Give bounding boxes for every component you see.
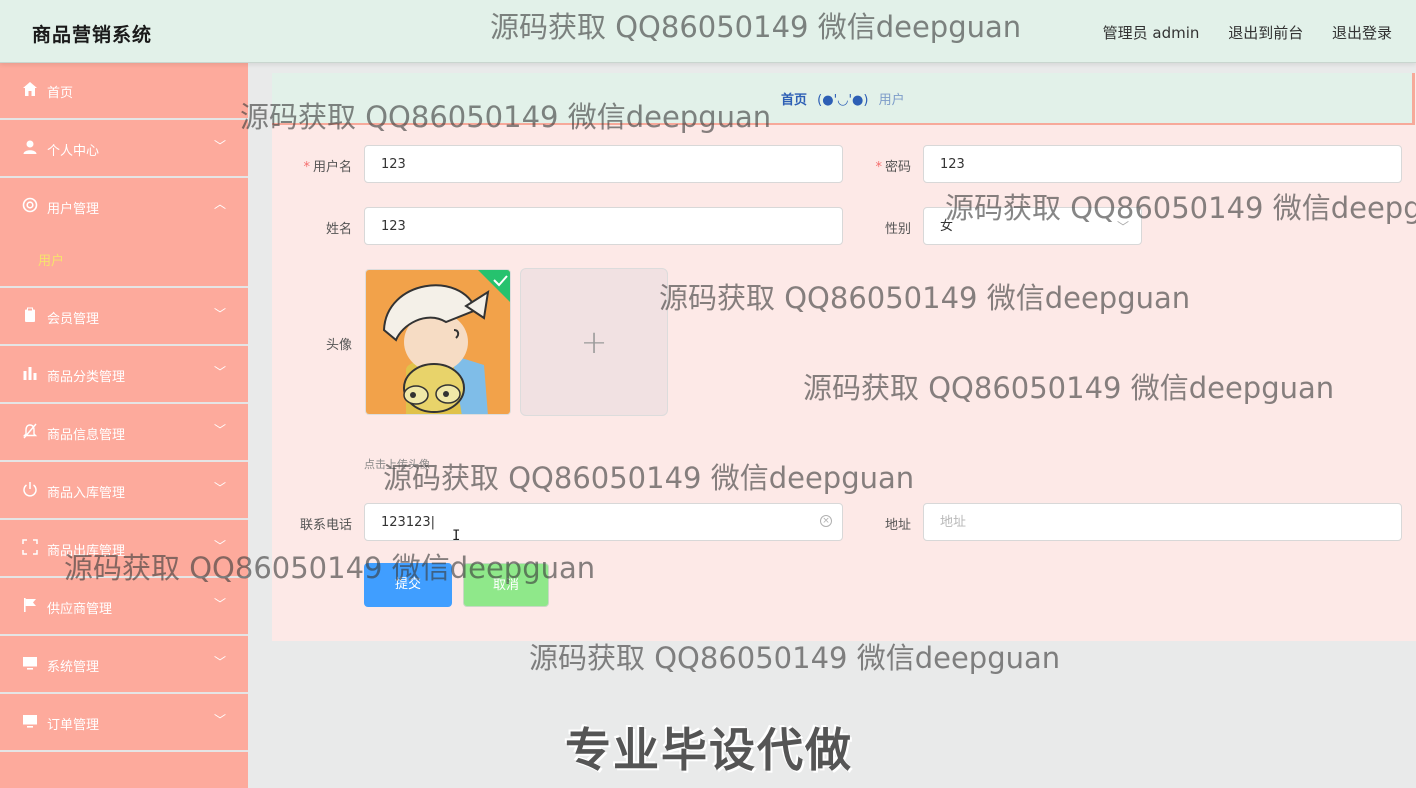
sidebar-item-label: 订单管理 [47,718,100,733]
sidebar-item-member[interactable]: 会员管理 ﹀ [0,288,248,346]
sidebar-item-label: 首页 [47,86,74,101]
plus-icon: + [580,323,608,361]
sidebar-item-supplier[interactable]: 供应商管理 ﹀ [0,578,248,636]
chevron-down-icon: ﹀ [213,713,226,727]
power-icon [23,482,37,497]
clear-icon[interactable]: × [820,515,832,527]
sidebar: 首页 个人中心 ﹀ 用户管理 ︿ 用户 会员管理 ﹀ 商品分类管理 ﹀ 商品信息… [0,62,248,788]
sidebar-item-profile[interactable]: 个人中心 ﹀ [0,120,248,178]
phone-label: 联系电话 [299,518,352,533]
home-icon [23,82,37,96]
gender-select[interactable]: 女 ﹀ [923,207,1142,245]
chevron-down-icon: ﹀ [213,655,226,669]
avatar-image[interactable] [365,269,511,415]
username-field[interactable]: 123 [364,145,843,183]
watermark-banner: 专业毕设代做 [565,723,853,777]
password-field[interactable]: 123 [923,145,1402,183]
sidebar-item-product-info[interactable]: 商品信息管理 ﹀ [0,404,248,462]
gender-select-value: 女 [940,219,954,234]
monitor-icon [23,715,37,728]
chevron-down-icon: ﹀ [213,481,226,495]
top-bar: 商品营销系统 管理员 admin 退出到前台 退出登录 [0,0,1416,63]
chevron-up-icon: ︿ [213,197,226,211]
address-label: 地址 [884,518,911,533]
sidebar-item-category[interactable]: 商品分类管理 ﹀ [0,346,248,404]
sidebar-item-order[interactable]: 订单管理 ﹀ [0,694,248,752]
name-field[interactable]: 123 [364,207,843,245]
watermark-text: 源码获取 QQ86050149 微信deepguan [529,641,1061,675]
submit-button[interactable]: 提交 [364,563,452,607]
avatar-label: 头像 [325,338,352,353]
top-links: 管理员 admin 退出到前台 退出登录 [1079,22,1392,43]
bell-off-icon [22,423,38,439]
breadcrumb-home[interactable]: 首页 [781,93,807,108]
breadcrumb-emoticon: (●'◡'●) [817,93,869,108]
sidebar-item-stock-out[interactable]: 商品出库管理 ﹀ [0,520,248,578]
sidebar-item-label: 系统管理 [47,660,100,675]
gender-label: 性别 [884,222,911,237]
sidebar-item-label: 商品出库管理 [47,544,126,559]
admin-user-label: 管理员 admin [1102,24,1200,42]
sidebar-item-system[interactable]: 系统管理 ﹀ [0,636,248,694]
sidebar-item-label: 供应商管理 [47,602,113,617]
monitor-icon [23,657,37,670]
chevron-down-icon: ﹀ [213,539,226,553]
sidebar-item-label: 用户管理 [47,202,100,217]
sidebar-subitem-user[interactable]: 用户 [0,234,248,288]
sidebar-item-label: 个人中心 [47,144,100,159]
users-icon [22,197,38,213]
avatar-illustration [366,270,510,414]
breadcrumb-current: 用户 [878,93,905,108]
app-title: 商品营销系统 [32,24,153,46]
sidebar-item-label: 商品分类管理 [47,370,126,385]
chevron-down-icon: ﹀ [1116,220,1129,234]
sidebar-item-label: 会员管理 [47,312,100,327]
sidebar-item-user-management[interactable]: 用户管理 ︿ [0,178,248,234]
logout-link[interactable]: 退出登录 [1332,24,1392,42]
sidebar-item-label: 商品信息管理 [47,428,126,443]
cancel-button[interactable]: 取消 [463,563,549,607]
text-cursor-icon: I [452,528,461,544]
breadcrumb-trail: 首页 (●'◡'●) 用户 [781,89,905,108]
phone-field[interactable]: 123123| × [364,503,843,541]
avatar-upload-hint: 点击上传头像 [364,458,430,471]
username-label: * 用户名 [303,160,352,175]
address-field[interactable]: 地址 [923,503,1402,541]
user-icon [23,140,37,154]
chevron-down-icon: ﹀ [213,365,226,379]
clipboard-icon [25,307,35,322]
name-label: 姓名 [325,222,352,237]
sidebar-item-label: 商品入库管理 [47,486,126,501]
chart-icon [23,367,37,380]
scan-icon [22,539,38,555]
flag-icon [24,598,36,612]
sidebar-subitem-label: 用户 [38,254,65,269]
phone-field-value: 123123 [381,515,431,530]
chevron-down-icon: ﹀ [213,597,226,611]
sidebar-item-home[interactable]: 首页 [0,62,248,120]
password-label: * 密码 [875,160,911,175]
breadcrumb: 首页 (●'◡'●) 用户 [272,73,1415,125]
exit-to-front-link[interactable]: 退出到前台 [1228,24,1303,42]
chevron-down-icon: ﹀ [213,307,226,321]
sidebar-item-stock-in[interactable]: 商品入库管理 ﹀ [0,462,248,520]
avatar-upload-button[interactable]: + [520,268,668,416]
chevron-down-icon: ﹀ [213,139,226,153]
chevron-down-icon: ﹀ [213,423,226,437]
